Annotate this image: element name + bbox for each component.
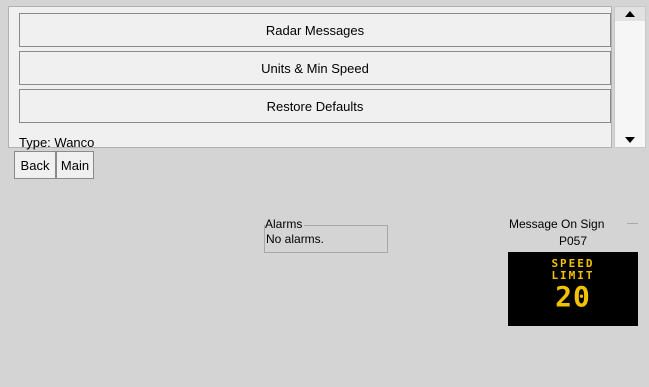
message-on-sign-title: Message On Sign [509,217,605,231]
scroll-down-button[interactable] [615,133,645,147]
alarms-title: Alarms [265,217,305,231]
menu-list: Radar Messages Units & Min Speed Restore… [8,6,612,150]
units-min-speed-button[interactable]: Units & Min Speed [19,51,611,85]
scroll-up-icon [625,11,635,17]
back-button[interactable]: Back [14,151,56,179]
type-label: Type: Wanco [19,135,95,150]
alarms-group: Alarms No alarms. [264,217,388,253]
alarms-status-text: No alarms. [266,232,325,246]
scroll-up-button[interactable] [615,7,645,21]
scroll-down-icon [625,137,635,143]
main-button[interactable]: Main [56,151,94,179]
restore-defaults-button[interactable]: Restore Defaults [19,89,611,123]
sign-line-3: 20 [555,280,591,313]
sign-message-id: P057 [558,234,588,248]
group-border-line [627,223,638,224]
sign-display: SPEED LIMIT 20 [508,252,638,326]
radar-messages-button[interactable]: Radar Messages [19,13,611,47]
menu-scrollbar[interactable] [614,6,646,148]
